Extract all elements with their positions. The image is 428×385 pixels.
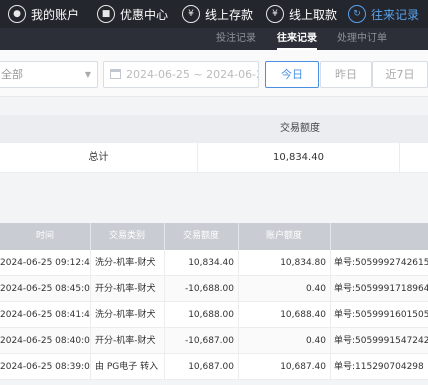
column-divider [90,250,91,276]
cell-time: 2024-06-25 08:40:05 [0,336,90,346]
nav-my-account[interactable]: ● 我的账户 [8,0,79,28]
column-divider [238,276,239,302]
withdraw-icon: ¥ [266,5,284,23]
last-7-days-button[interactable]: 近7日 [372,61,428,88]
column-divider [90,276,91,302]
tab-bet-records[interactable]: 投注记录 [216,28,256,50]
nav-withdraw[interactable]: ¥ 线上取款 [266,0,337,28]
nav-label: 线上存款 [205,7,254,22]
cell-order: 单号:5059991718964 [334,284,428,294]
column-divider [90,354,91,380]
cell-type: 洗分-机率-财犬 [95,310,156,320]
cell-amount: -10,688.00 [184,284,234,294]
records-icon: ↻ [348,5,366,23]
column-divider [330,328,331,354]
table-row: 2024-06-25 08:45:09 开分-机率-财犬 -10,688.00 … [0,276,428,302]
column-divider [164,250,165,276]
filter-bar: 全部 ▼ 2024-06-25 ~ 2024-06-25 今日 昨日 近7日 [0,50,428,97]
date-range-value: 2024-06-25 ~ 2024-06-25 [126,68,259,81]
chevron-down-icon: ▼ [84,70,91,79]
column-divider [238,328,239,354]
column-divider [164,276,165,302]
column-divider [238,223,239,250]
column-divider [330,276,331,302]
top-nav: ● 我的账户 ■ 优惠中心 ¥ 线上存款 ¥ 线上取款 ↻ 往来记录 [0,0,428,28]
sub-tabs: 投注记录 往来记录 处理中订单 [0,28,428,50]
gift-icon: ■ [97,5,115,23]
cell-type: 开分-机率-财犬 [95,284,156,294]
column-divider [238,354,239,380]
table-row: 2024-06-25 08:39:05 由 PG电子 转入 10,687.00 … [0,354,428,380]
cell-order: 单号:5059992742615 [334,258,428,268]
deposit-icon: ¥ [182,5,200,23]
cell-amount: -10,687.00 [184,336,234,346]
cell-order: 单号:115290704298 [334,362,424,372]
column-divider [90,223,91,250]
column-divider [164,354,165,380]
column-divider [330,302,331,328]
tab-transaction-records[interactable]: 往来记录 [277,28,317,50]
column-header-time: 时间 [35,231,54,241]
column-divider [164,223,165,250]
nav-label: 我的账户 [31,7,80,22]
table-row: 2024-06-25 09:12:44 洗分-机率-财犬 10,834.40 1… [0,250,428,276]
records-table-header: 时间 交易类别 交易额度 账户额度 [0,223,428,250]
summary-header-label: 交易额度 [280,123,320,134]
column-divider [330,250,331,276]
column-divider [330,354,331,380]
cell-amount: 10,688.00 [188,310,234,320]
summary-value: 10,834.40 [198,143,400,173]
cell-time: 2024-06-25 08:39:05 [0,362,90,372]
cell-order: 单号:5059991601505 [334,310,428,320]
cell-balance: 10,688.40 [280,310,326,320]
cell-balance: 0.40 [305,284,326,294]
cell-amount: 10,687.00 [188,362,234,372]
date-range-picker[interactable]: 2024-06-25 ~ 2024-06-25 [103,61,259,88]
today-button[interactable]: 今日 [265,61,319,88]
table-row: 2024-06-25 08:40:05 开分-机率-财犬 -10,687.00 … [0,328,428,354]
nav-promotions[interactable]: ■ 优惠中心 [97,0,168,28]
column-divider [90,328,91,354]
nav-deposit[interactable]: ¥ 线上存款 [182,0,253,28]
column-divider [164,328,165,354]
cell-type: 开分-机率-财犬 [95,336,156,346]
nav-label: 线上取款 [289,7,338,22]
cell-time: 2024-06-25 08:45:09 [0,284,90,294]
cell-type: 由 PG电子 转入 [95,362,159,372]
cell-type: 洗分-机率-财犬 [95,258,156,268]
type-select-value: 全部 [1,68,23,81]
cell-balance: 10,834.80 [280,258,326,268]
column-divider [90,302,91,328]
column-header-balance: 账户额度 [265,231,302,241]
nav-records[interactable]: ↻ 往来记录 [348,0,419,28]
summary-row: 总计 10,834.40 [0,143,428,173]
cell-time: 2024-06-25 08:41:42 [0,310,90,320]
cell-time: 2024-06-25 09:12:44 [0,258,90,268]
records-table-body: 2024-06-25 09:12:44 洗分-机率-财犬 10,834.40 1… [0,250,428,380]
table-row: 2024-06-25 08:41:42 洗分-机率-财犬 10,688.00 1… [0,302,428,328]
summary-header: 交易额度 [0,115,428,143]
user-icon: ● [8,5,26,23]
column-divider [164,302,165,328]
cell-balance: 0.40 [305,336,326,346]
yesterday-button[interactable]: 昨日 [320,61,372,88]
column-header-type: 交易类别 [108,231,145,241]
column-divider [330,223,331,250]
calendar-icon [110,69,121,79]
type-select[interactable]: 全部 ▼ [0,61,98,88]
column-divider [238,250,239,276]
cell-order: 单号:5059991547242 [334,336,428,346]
tab-pending-orders[interactable]: 处理中订单 [337,28,387,50]
column-divider [238,302,239,328]
summary-label: 总计 [0,143,198,173]
nav-label: 优惠中心 [120,7,169,22]
cell-balance: 10,687.40 [280,362,326,372]
cell-amount: 10,834.40 [188,258,234,268]
nav-label: 往来记录 [371,7,420,22]
column-header-amount: 交易额度 [182,231,219,241]
